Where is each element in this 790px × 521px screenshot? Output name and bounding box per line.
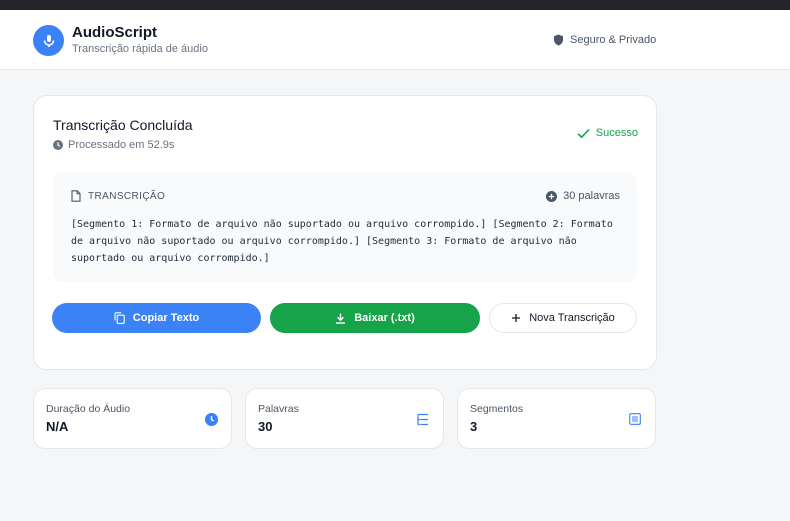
stat-value: N/A [46, 419, 69, 434]
processing-time-label: Processado em 52.9s [68, 139, 175, 151]
copy-text-label: Copiar Texto [132, 312, 200, 324]
transcription-section-label: TRANSCRIÇÃO [88, 190, 166, 202]
secure-label: Seguro & Privado [570, 34, 657, 46]
download-txt-button[interactable]: Baixar (.txt) [270, 303, 480, 333]
plus-circle-icon [546, 190, 558, 202]
transcription-text[interactable]: [Segmento 1: Formato de arquivo não supo… [71, 216, 623, 267]
secure-badge: Seguro & Privado [553, 34, 656, 46]
stat-value: 3 [470, 419, 478, 434]
plus-icon [511, 313, 521, 323]
transcription-result-card: Transcrição Concluída Processado em 52.9… [33, 95, 657, 370]
result-title: Transcrição Concluída [53, 117, 193, 133]
list-icon [416, 412, 430, 426]
stat-label: Palavras [258, 403, 299, 415]
download-icon [335, 313, 346, 324]
shield-icon [553, 34, 564, 46]
stat-label: Segmentos [470, 403, 524, 415]
stat-value: 30 [258, 419, 273, 434]
clock-icon [204, 412, 218, 426]
document-lines-icon [628, 412, 642, 426]
window-top-strip [0, 0, 790, 10]
microphone-icon [33, 25, 64, 56]
transcription-box: TRANSCRIÇÃO 30 palavras [Segmento 1: For… [53, 172, 637, 282]
word-count-label: 30 palavras [563, 190, 620, 202]
stat-card-segments: Segmentos 3 [457, 388, 656, 449]
copy-icon [114, 312, 125, 324]
status-label: Sucesso [595, 127, 638, 139]
new-transcription-label: Nova Transcrição [529, 312, 615, 324]
processing-time: Processado em 52.9s [53, 139, 174, 151]
transcription-section-header: TRANSCRIÇÃO [71, 190, 165, 202]
copy-text-button[interactable]: Copiar Texto [52, 303, 261, 333]
status-badge: Sucesso [577, 127, 638, 139]
file-icon [71, 190, 81, 202]
new-transcription-button[interactable]: Nova Transcrição [489, 303, 637, 333]
stat-card-words: Palavras 30 [245, 388, 444, 449]
app-header: AudioScript Transcrição rápida de áudio … [0, 10, 790, 70]
word-count: 30 palavras [546, 190, 620, 202]
download-txt-label: Baixar (.txt) [354, 312, 415, 324]
app-subtitle: Transcrição rápida de áudio [72, 43, 208, 55]
check-icon [577, 128, 590, 139]
app-title: AudioScript [72, 24, 157, 41]
stat-label: Duração do Áudio [46, 403, 131, 415]
stat-card-duration: Duração do Áudio N/A [33, 388, 232, 449]
clock-icon [53, 140, 63, 150]
